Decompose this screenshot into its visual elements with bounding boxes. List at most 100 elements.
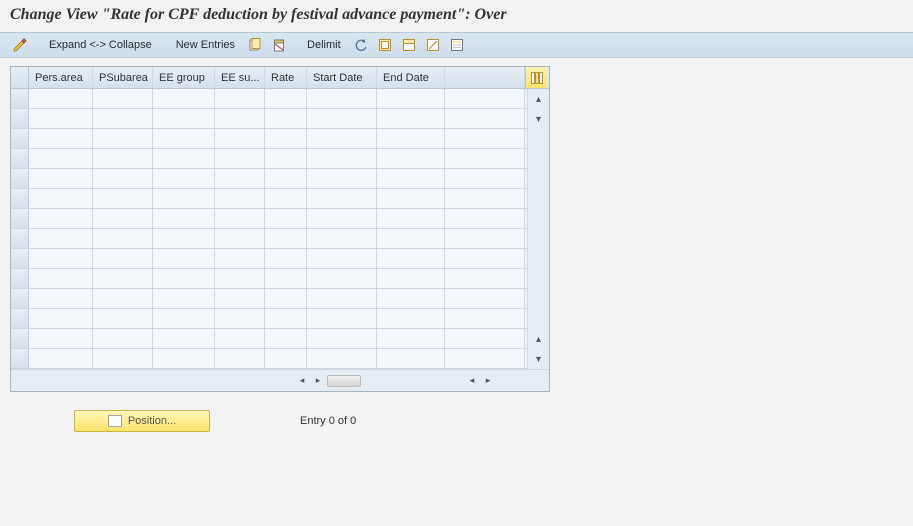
row-selector[interactable] [11, 189, 29, 208]
cell[interactable] [153, 309, 215, 328]
cell[interactable] [445, 109, 525, 128]
cell[interactable] [29, 149, 93, 168]
cell[interactable] [93, 229, 153, 248]
deselect-all-icon[interactable] [422, 35, 444, 55]
cell[interactable] [29, 309, 93, 328]
table-row[interactable] [11, 309, 527, 329]
cell[interactable] [215, 209, 265, 228]
row-selector-header[interactable] [11, 67, 29, 88]
cell[interactable] [93, 329, 153, 348]
table-row[interactable] [11, 209, 527, 229]
cell[interactable] [29, 189, 93, 208]
cell[interactable] [93, 189, 153, 208]
cell[interactable] [445, 129, 525, 148]
hscroll-thumb[interactable] [327, 375, 361, 387]
cell[interactable] [265, 189, 307, 208]
cell[interactable] [377, 129, 445, 148]
cell[interactable] [377, 109, 445, 128]
cell[interactable] [307, 209, 377, 228]
configure-columns-icon[interactable] [525, 67, 547, 88]
cell[interactable] [445, 269, 525, 288]
cell[interactable] [215, 109, 265, 128]
hscroll-left-icon[interactable]: ◂ [295, 374, 309, 388]
cell[interactable] [445, 89, 525, 108]
scroll-up-icon[interactable]: ▴ [531, 91, 547, 107]
cell[interactable] [307, 229, 377, 248]
col-psubarea[interactable]: PSubarea [93, 67, 153, 88]
cell[interactable] [445, 309, 525, 328]
table-row[interactable] [11, 229, 527, 249]
cell[interactable] [215, 269, 265, 288]
row-selector[interactable] [11, 329, 29, 348]
horizontal-scrollbar[interactable]: ◂ ▸ ◂ ▸ [11, 369, 549, 391]
cell[interactable] [153, 209, 215, 228]
cell[interactable] [29, 89, 93, 108]
cell[interactable] [307, 149, 377, 168]
col-ee-su[interactable]: EE su... [215, 67, 265, 88]
cell[interactable] [215, 249, 265, 268]
cell[interactable] [377, 269, 445, 288]
select-block-icon[interactable] [398, 35, 420, 55]
expand-collapse-button[interactable]: Expand <-> Collapse [42, 36, 159, 54]
cell[interactable] [307, 129, 377, 148]
cell[interactable] [93, 289, 153, 308]
cell[interactable] [153, 229, 215, 248]
cell[interactable] [265, 269, 307, 288]
new-entries-button[interactable]: New Entries [169, 36, 242, 54]
cell[interactable] [93, 209, 153, 228]
cell[interactable] [265, 209, 307, 228]
cell[interactable] [215, 349, 265, 368]
cell[interactable] [215, 189, 265, 208]
cell[interactable] [29, 289, 93, 308]
row-selector[interactable] [11, 89, 29, 108]
col-ee-group[interactable]: EE group [153, 67, 215, 88]
col-pers-area[interactable]: Pers.area [29, 67, 93, 88]
cell[interactable] [377, 209, 445, 228]
cell[interactable] [93, 309, 153, 328]
col-end-date[interactable]: End Date [377, 67, 445, 88]
cell[interactable] [93, 169, 153, 188]
row-selector[interactable] [11, 209, 29, 228]
cell[interactable] [445, 189, 525, 208]
table-row[interactable] [11, 129, 527, 149]
cell[interactable] [29, 129, 93, 148]
cell[interactable] [29, 249, 93, 268]
col-start-date[interactable]: Start Date [307, 67, 377, 88]
table-row[interactable] [11, 109, 527, 129]
cell[interactable] [307, 309, 377, 328]
cell[interactable] [445, 329, 525, 348]
row-selector[interactable] [11, 149, 29, 168]
row-selector[interactable] [11, 109, 29, 128]
cell[interactable] [153, 189, 215, 208]
cell[interactable] [153, 129, 215, 148]
select-all-icon[interactable] [374, 35, 396, 55]
cell[interactable] [307, 189, 377, 208]
cell[interactable] [265, 89, 307, 108]
cell[interactable] [377, 289, 445, 308]
table-row[interactable] [11, 269, 527, 289]
cell[interactable] [307, 169, 377, 188]
cell[interactable] [29, 269, 93, 288]
cell[interactable] [215, 229, 265, 248]
delimit-button[interactable]: Delimit [300, 36, 348, 54]
scroll-down2-icon[interactable]: ▾ [531, 351, 547, 367]
hscroll-right-icon[interactable]: ▸ [311, 374, 325, 388]
cell[interactable] [377, 329, 445, 348]
table-row[interactable] [11, 149, 527, 169]
cell[interactable] [215, 309, 265, 328]
cell[interactable] [29, 109, 93, 128]
cell[interactable] [307, 109, 377, 128]
cell[interactable] [307, 249, 377, 268]
cell[interactable] [445, 349, 525, 368]
cell[interactable] [93, 129, 153, 148]
table-row[interactable] [11, 189, 527, 209]
cell[interactable] [265, 109, 307, 128]
table-row[interactable] [11, 169, 527, 189]
vertical-scrollbar[interactable]: ▴ ▾ ▴ ▾ [527, 89, 549, 369]
cell[interactable] [265, 289, 307, 308]
table-row[interactable] [11, 89, 527, 109]
scroll-up2-icon[interactable]: ▴ [531, 331, 547, 347]
cell[interactable] [307, 329, 377, 348]
cell[interactable] [153, 349, 215, 368]
hscroll-right2-icon[interactable]: ▸ [481, 374, 495, 388]
